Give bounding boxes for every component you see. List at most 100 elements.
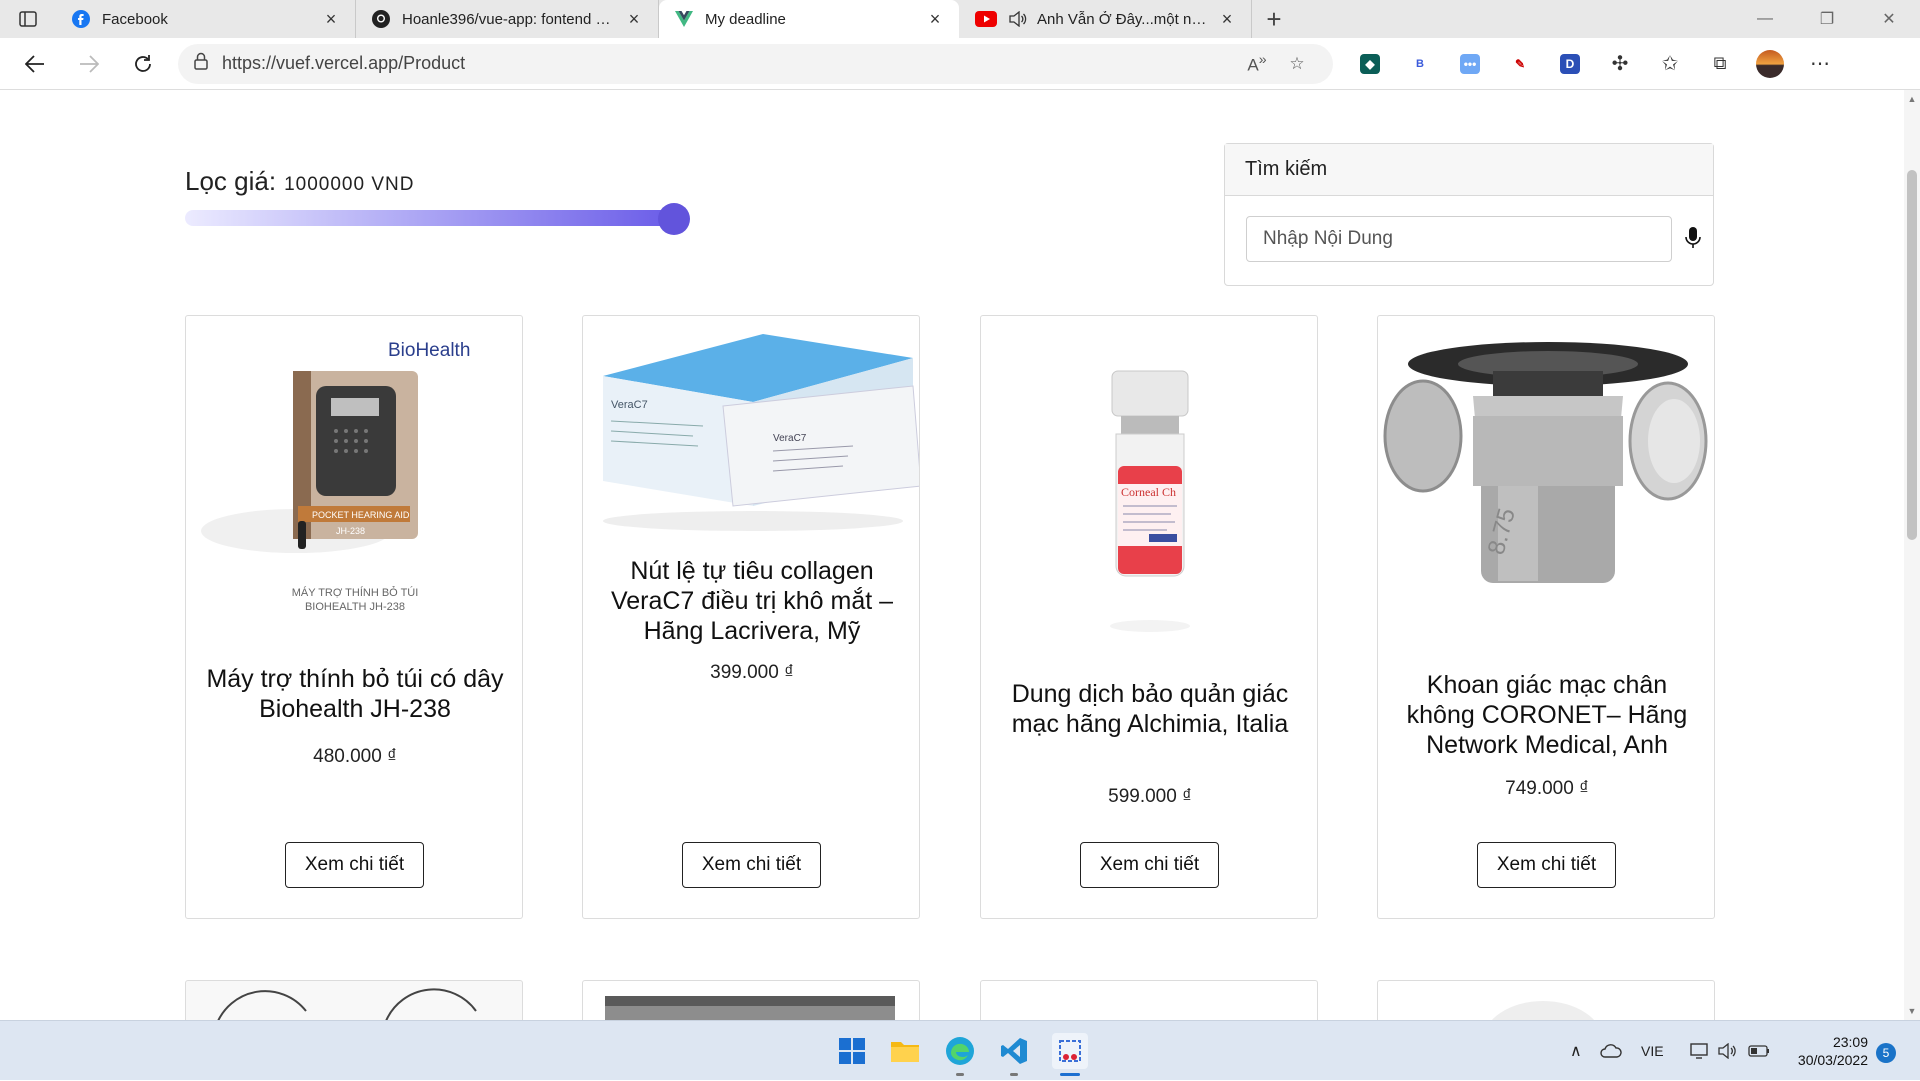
input-language[interactable]: VIE <box>1641 1021 1664 1081</box>
favorites-icon[interactable]: ✩ <box>1645 38 1695 90</box>
clock-date: 30/03/2022 <box>1797 1052 1868 1068</box>
url-text[interactable]: https://vuef.vercel.app/Product <box>222 53 1237 74</box>
product-price: 749.000 ₫ <box>1505 778 1589 799</box>
product-image: 8.75 <box>1383 342 1708 583</box>
price-filter-value: 1000000 VND <box>284 174 415 195</box>
lock-icon[interactable] <box>194 52 208 75</box>
view-details-button[interactable]: Xem chi tiết <box>1477 842 1616 888</box>
product-image: VeraC7 VeraC7 <box>603 334 919 531</box>
product-price: 399.000 ₫ <box>710 662 794 683</box>
svg-text:MÁY TRỢ THÍNH BỎ TÚI: MÁY TRỢ THÍNH BỎ TÚI <box>292 586 419 599</box>
product-price: 599.000 ₫ <box>1108 786 1192 807</box>
product-image: Corneal Ch <box>1110 370 1190 632</box>
onedrive-icon[interactable] <box>1600 1021 1622 1081</box>
address-toolbar: https://vuef.vercel.app/Product A» ☆ ◆ B… <box>0 38 1920 90</box>
system-clock[interactable]: 23:09 30/03/2022 <box>1788 1033 1868 1069</box>
tab-github[interactable]: Hoanle396/vue-app: fontend with × <box>356 0 659 38</box>
tab-label: Hoanle396/vue-app: fontend with <box>402 10 616 28</box>
page-scrollbar[interactable]: ▲ ▼ <box>1904 90 1920 1020</box>
svg-text:Corneal Ch: Corneal Ch <box>1121 485 1176 499</box>
product-image <box>217 988 477 1020</box>
product-image <box>605 996 895 1020</box>
product-name: Máy trợ thính bỏ túi có dây Biohealth JH… <box>206 665 504 723</box>
price-filter-label: Lọc giá: <box>185 166 277 196</box>
vscode-icon[interactable] <box>996 1033 1032 1076</box>
svg-text:POCKET HEARING AID: POCKET HEARING AID <box>312 510 410 520</box>
extension-d-icon[interactable]: D <box>1545 38 1595 90</box>
tab-actions-icon[interactable] <box>0 0 56 38</box>
snipping-tool-icon[interactable] <box>1052 1033 1088 1076</box>
forward-button[interactable] <box>62 38 116 90</box>
taskbar: ∧ VIE 23:09 30/03/2022 5 <box>0 1020 1920 1080</box>
tab-label: Anh Vẫn Ở Đây...một người <box>1037 10 1209 28</box>
collections-icon[interactable]: ⧉ <box>1695 38 1745 90</box>
product-name: Khoan giác mạc chân không CORONET– Hãng … <box>1406 671 1688 759</box>
tab-youtube[interactable]: Anh Vẫn Ở Đây...một người × <box>959 0 1252 38</box>
product-card <box>185 980 523 1020</box>
back-button[interactable] <box>8 38 62 90</box>
show-hidden-icons[interactable]: ∧ <box>1570 1021 1582 1081</box>
product-card: 8.75 Khoan giác mạc chân không CORONET– … <box>1377 315 1715 919</box>
price-slider[interactable] <box>185 203 690 235</box>
url-bar[interactable]: https://vuef.vercel.app/Product A» ☆ <box>178 43 1333 84</box>
extension-b-icon[interactable]: B <box>1395 38 1445 90</box>
file-explorer-icon[interactable] <box>887 1033 923 1069</box>
svg-text:JH-238: JH-238 <box>336 526 365 536</box>
search-input[interactable] <box>1246 216 1672 262</box>
more-menu-icon[interactable]: ⋯ <box>1795 38 1845 90</box>
scrollbar-thumb[interactable] <box>1907 170 1917 540</box>
new-tab-button[interactable]: + <box>1252 0 1296 38</box>
tab-facebook[interactable]: Facebook × <box>56 0 356 38</box>
close-window-icon[interactable]: ✕ <box>1858 0 1920 38</box>
clock-time: 23:09 <box>1832 1034 1868 1050</box>
close-icon[interactable]: × <box>624 9 644 29</box>
view-details-button[interactable]: Xem chi tiết <box>285 842 424 888</box>
restore-icon[interactable]: ❐ <box>1796 0 1858 38</box>
page-viewport: Lọc giá: 1000000 VND Tìm kiếm BioHealth <box>0 90 1920 1020</box>
extensions-puzzle-icon[interactable]: ✣ <box>1595 38 1645 90</box>
search-title: Tìm kiếm <box>1225 144 1713 196</box>
svg-text:VeraC7: VeraC7 <box>611 399 648 411</box>
facebook-icon <box>72 10 90 28</box>
product-card: VeraC7 VeraC7 Nút lệ tự tiêu collagen Ve… <box>582 315 920 919</box>
price-filter: Lọc giá: 1000000 VND <box>185 166 414 197</box>
scroll-up-icon[interactable]: ▲ <box>1904 94 1920 104</box>
tab-my-deadline[interactable]: My deadline × <box>659 0 959 38</box>
product-name: Dung dịch bảo quản giác mạc hãng Alchimi… <box>1011 680 1289 738</box>
close-icon[interactable]: × <box>1217 9 1237 29</box>
view-details-button[interactable]: Xem chi tiết <box>682 842 821 888</box>
extension-chat-icon[interactable]: ••• <box>1445 38 1495 90</box>
add-favorite-icon[interactable]: ☆ <box>1277 54 1317 74</box>
svg-text:BioHealth: BioHealth <box>388 340 470 361</box>
product-card: BioHealth POCKET HEARING AID JH-238 MÁY … <box>185 315 523 919</box>
view-details-button[interactable]: Xem chi tiết <box>1080 842 1219 888</box>
product-card <box>980 980 1318 1020</box>
github-icon <box>372 10 390 28</box>
scroll-down-icon[interactable]: ▼ <box>1904 1006 1920 1016</box>
edge-browser-icon[interactable] <box>942 1033 978 1076</box>
product-image: BioHealth POCKET HEARING AID JH-238 MÁY … <box>201 340 470 613</box>
refresh-button[interactable] <box>116 38 170 90</box>
minimize-icon[interactable]: — <box>1734 0 1796 38</box>
close-icon[interactable]: × <box>925 9 945 29</box>
product-name: Nút lệ tự tiêu collagen VeraC7 điều trị … <box>610 557 894 645</box>
youtube-icon <box>975 10 997 28</box>
microphone-icon[interactable] <box>1683 226 1703 252</box>
vue-icon <box>675 10 693 28</box>
svg-text:BIOHEALTH JH-238: BIOHEALTH JH-238 <box>305 601 405 613</box>
windows-start-icon[interactable] <box>834 1033 870 1069</box>
extension-1-icon[interactable]: ◆ <box>1345 38 1395 90</box>
read-aloud-icon[interactable]: A» <box>1237 52 1277 76</box>
notification-badge[interactable]: 5 <box>1876 1043 1896 1063</box>
extension-tool-icon[interactable]: ✎ <box>1495 38 1545 90</box>
speaker-icon[interactable] <box>1009 10 1027 28</box>
battery-icon[interactable] <box>1748 1021 1770 1081</box>
volume-icon[interactable] <box>1718 1021 1738 1081</box>
close-icon[interactable]: × <box>321 9 341 29</box>
tab-label: My deadline <box>705 10 786 28</box>
profile-avatar[interactable] <box>1745 38 1795 90</box>
price-slider-handle[interactable] <box>658 203 690 235</box>
product-card <box>582 980 920 1020</box>
network-icon[interactable] <box>1690 1021 1710 1081</box>
price-slider-track[interactable] <box>185 210 675 226</box>
